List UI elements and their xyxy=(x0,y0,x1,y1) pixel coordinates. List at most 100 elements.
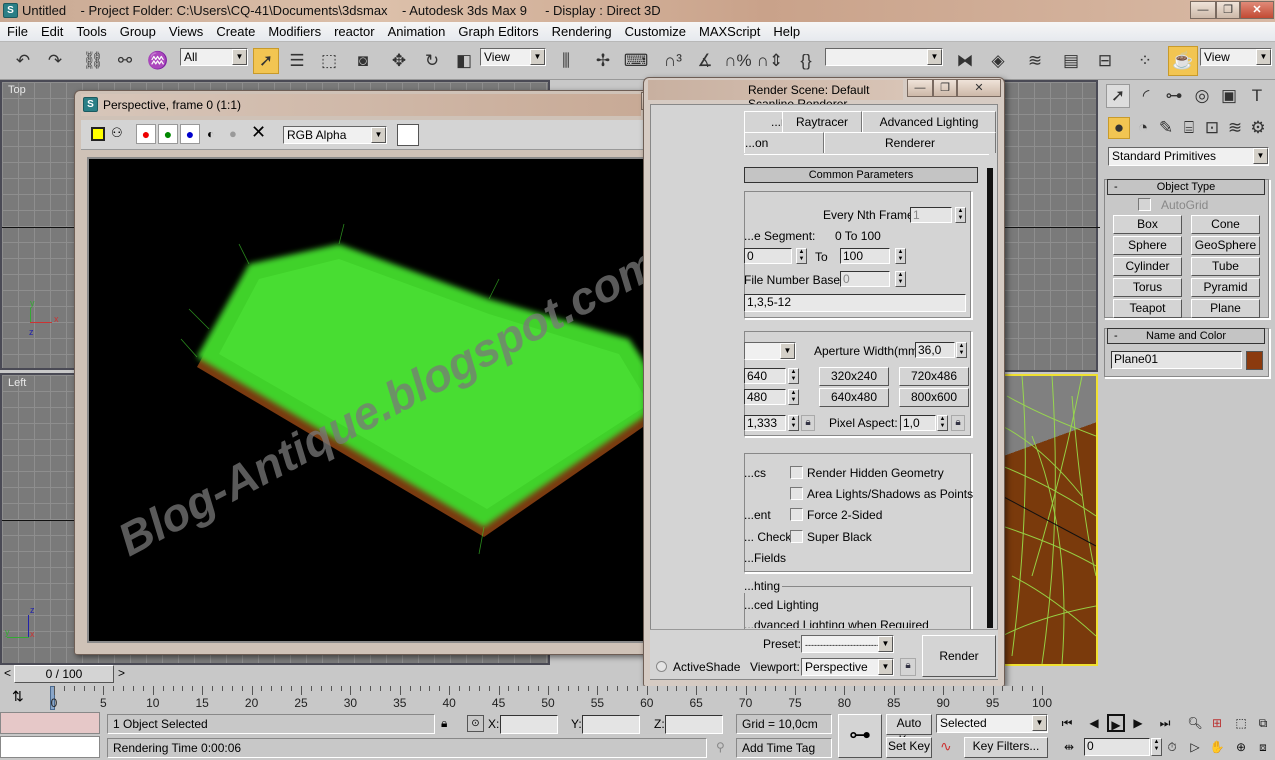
percent-snap-icon[interactable]: ∩% xyxy=(724,48,751,74)
file-number-base-spinner[interactable]: ▲ ▼ xyxy=(895,271,906,287)
viewport-label-left[interactable]: Left xyxy=(8,377,26,389)
time-slider-next[interactable]: > xyxy=(118,666,125,680)
keyboard-shortcut-override-icon[interactable]: ⌨ xyxy=(623,48,649,74)
panel-scrollbar[interactable] xyxy=(987,168,993,628)
pivot-center-icon[interactable]: ⫼ xyxy=(553,48,579,74)
space-warps-icon[interactable]: ≋ xyxy=(1224,117,1246,139)
lock-icon[interactable]: 🔒︎ xyxy=(951,415,965,431)
tab-advanced-lighting[interactable]: Advanced Lighting xyxy=(862,111,996,132)
super-black-checkbox[interactable] xyxy=(790,530,803,543)
select-and-rotate-icon[interactable]: ↻ xyxy=(419,48,445,74)
time-slider-handle[interactable]: 0 / 100 xyxy=(14,665,114,683)
force-2-sided-checkbox[interactable] xyxy=(790,508,803,521)
preset-640x480-button[interactable]: 640x480 xyxy=(819,388,889,407)
clear-icon[interactable]: ✕ xyxy=(251,122,266,143)
every-nth-input[interactable]: 1 xyxy=(910,207,952,223)
restore-button[interactable]: ❐ xyxy=(1216,1,1240,19)
select-and-scale-icon[interactable]: ◧ xyxy=(451,48,477,74)
object-name-input[interactable]: Plane01 xyxy=(1111,351,1242,369)
render-dialog-minimize-button[interactable]: — xyxy=(907,79,933,97)
absolute-mode-icon[interactable]: ⊙ xyxy=(467,715,484,732)
aperture-width-input[interactable]: 36,0 xyxy=(915,342,955,358)
option-displacement-label[interactable]: ...ent xyxy=(744,508,771,522)
menu-animation[interactable]: Animation xyxy=(381,22,452,39)
select-by-name-icon[interactable]: ☰ xyxy=(284,48,310,74)
geosphere-button[interactable]: GeoSphere xyxy=(1191,236,1260,255)
viewport-dropdown[interactable]: Perspective ▼ xyxy=(801,658,894,676)
select-and-manipulate-icon[interactable]: ✢ xyxy=(590,48,616,74)
image-aspect-spinner[interactable]: ▲ ▼ xyxy=(788,415,799,431)
tab-renderer[interactable]: Renderer xyxy=(824,132,996,153)
render-type-dropdown[interactable]: View ▼ xyxy=(1200,48,1272,66)
current-frame-input[interactable]: 0 xyxy=(1084,738,1150,756)
object-color-swatch[interactable] xyxy=(1246,351,1263,370)
named-selection-dropdown[interactable]: ▼ xyxy=(825,48,943,66)
area-lights-checkbox[interactable] xyxy=(790,487,803,500)
hierarchy-tab-icon[interactable]: ⊶ xyxy=(1162,84,1186,108)
object-type-header[interactable]: - Object Type xyxy=(1107,179,1265,195)
track-bar[interactable]: ⇅ 0 5 10 15 20 25 30 35 40 45 50 55 60 65 70 75 80 85 90 95… xyxy=(0,686,1060,712)
color-swatch[interactable] xyxy=(397,124,419,146)
zoom-all-icon[interactable]: ⊞ xyxy=(1208,714,1226,732)
preset-720x486-button[interactable]: 720x486 xyxy=(899,367,969,386)
option-render-to-fields-label[interactable]: ...Fields xyxy=(744,551,786,565)
viewport-perspective[interactable] xyxy=(1000,374,1098,666)
x-coordinate-input[interactable] xyxy=(500,715,558,734)
lock-icon[interactable]: 🔒︎ xyxy=(801,415,815,431)
frames-input[interactable]: 1,3,5-12 xyxy=(744,294,966,312)
redo-icon[interactable]: ↷ xyxy=(42,48,68,74)
key-mode-dropdown[interactable]: Selected ▼ xyxy=(936,714,1048,733)
width-spinner[interactable]: ▲ ▼ xyxy=(788,368,799,384)
option-atmospherics-label[interactable]: ...cs xyxy=(744,466,766,480)
maxscript-listener-white[interactable] xyxy=(0,736,100,758)
box-button[interactable]: Box xyxy=(1113,215,1182,234)
field-of-view-icon[interactable]: ▷ xyxy=(1186,738,1204,756)
previous-frame-icon[interactable]: ◀ xyxy=(1085,714,1103,732)
angle-snap-icon[interactable]: ∡ xyxy=(692,48,718,74)
zoom-extents-icon[interactable]: ⬚ xyxy=(1232,714,1250,732)
menu-tools[interactable]: Tools xyxy=(69,22,112,39)
selection-lock-icon[interactable]: 🔒︎ xyxy=(441,716,447,731)
clone-window-icon[interactable]: ⚇ xyxy=(111,125,123,141)
use-advanced-lighting-label[interactable]: ...ced Lighting xyxy=(744,598,819,612)
arc-rotate-icon[interactable]: ⊕ xyxy=(1232,738,1250,756)
maxscript-listener-pink[interactable] xyxy=(0,712,100,734)
maximize-viewport-icon[interactable]: ⧈ xyxy=(1254,738,1272,756)
helpers-icon[interactable]: ⊡ xyxy=(1201,117,1223,139)
render-dialog-close-button[interactable]: ✕ xyxy=(957,79,1001,97)
alpha-channel-icon[interactable]: ◐ xyxy=(207,127,214,141)
rollout-common-parameters[interactable]: Common Parameters xyxy=(744,167,978,183)
pixel-aspect-input[interactable]: 1,0 xyxy=(900,415,936,431)
edit-named-selection-icon[interactable]: {} xyxy=(793,48,819,74)
menu-create[interactable]: Create xyxy=(209,22,261,39)
blue-channel-toggle[interactable]: ● xyxy=(180,124,200,144)
window-crossing-icon[interactable]: ◙ xyxy=(350,48,376,74)
cone-button[interactable]: Cone xyxy=(1191,215,1260,234)
viewport-label-top[interactable]: Top xyxy=(8,84,26,96)
time-tag-icon[interactable]: ⚲ xyxy=(716,740,725,754)
aperture-width-spinner[interactable]: ▲ ▼ xyxy=(956,342,967,358)
monochrome-icon[interactable]: ● xyxy=(229,126,237,141)
option-video-color-check-label[interactable]: ... Check xyxy=(744,530,791,544)
viewport-front[interactable] xyxy=(1000,80,1100,372)
select-and-move-icon[interactable]: ✥ xyxy=(386,48,412,74)
geometry-icon[interactable]: ● xyxy=(1108,117,1130,139)
spinner-snap-icon[interactable]: ∩⇕ xyxy=(757,48,783,74)
pan-view-icon[interactable]: ✋ xyxy=(1208,738,1226,756)
range-start-input[interactable]: 0 xyxy=(744,248,792,264)
menu-file[interactable]: File xyxy=(0,22,34,39)
schematic-view-icon[interactable]: ⊟ xyxy=(1092,48,1118,74)
plane-button[interactable]: Plane xyxy=(1191,299,1260,318)
material-editor-icon[interactable]: ⁘ xyxy=(1132,48,1158,74)
create-tab-icon[interactable]: ➚ xyxy=(1106,84,1130,108)
modify-tab-icon[interactable]: ◜ xyxy=(1134,84,1158,108)
add-time-tag-button[interactable]: Add Time Tag xyxy=(736,738,832,758)
y-coordinate-input[interactable] xyxy=(582,715,640,734)
motion-tab-icon[interactable]: ◎ xyxy=(1190,84,1214,108)
output-size-dropdown[interactable]: ▼ xyxy=(744,342,796,360)
menu-graph-editors[interactable]: Graph Editors xyxy=(451,22,544,39)
menu-rendering[interactable]: Rendering xyxy=(545,22,618,39)
time-configuration-icon[interactable]: ⏱ xyxy=(1163,738,1181,756)
key-mode-toggle-icon[interactable]: ⇹ xyxy=(1060,738,1078,756)
range-end-spinner[interactable]: ▲ ▼ xyxy=(895,248,906,264)
